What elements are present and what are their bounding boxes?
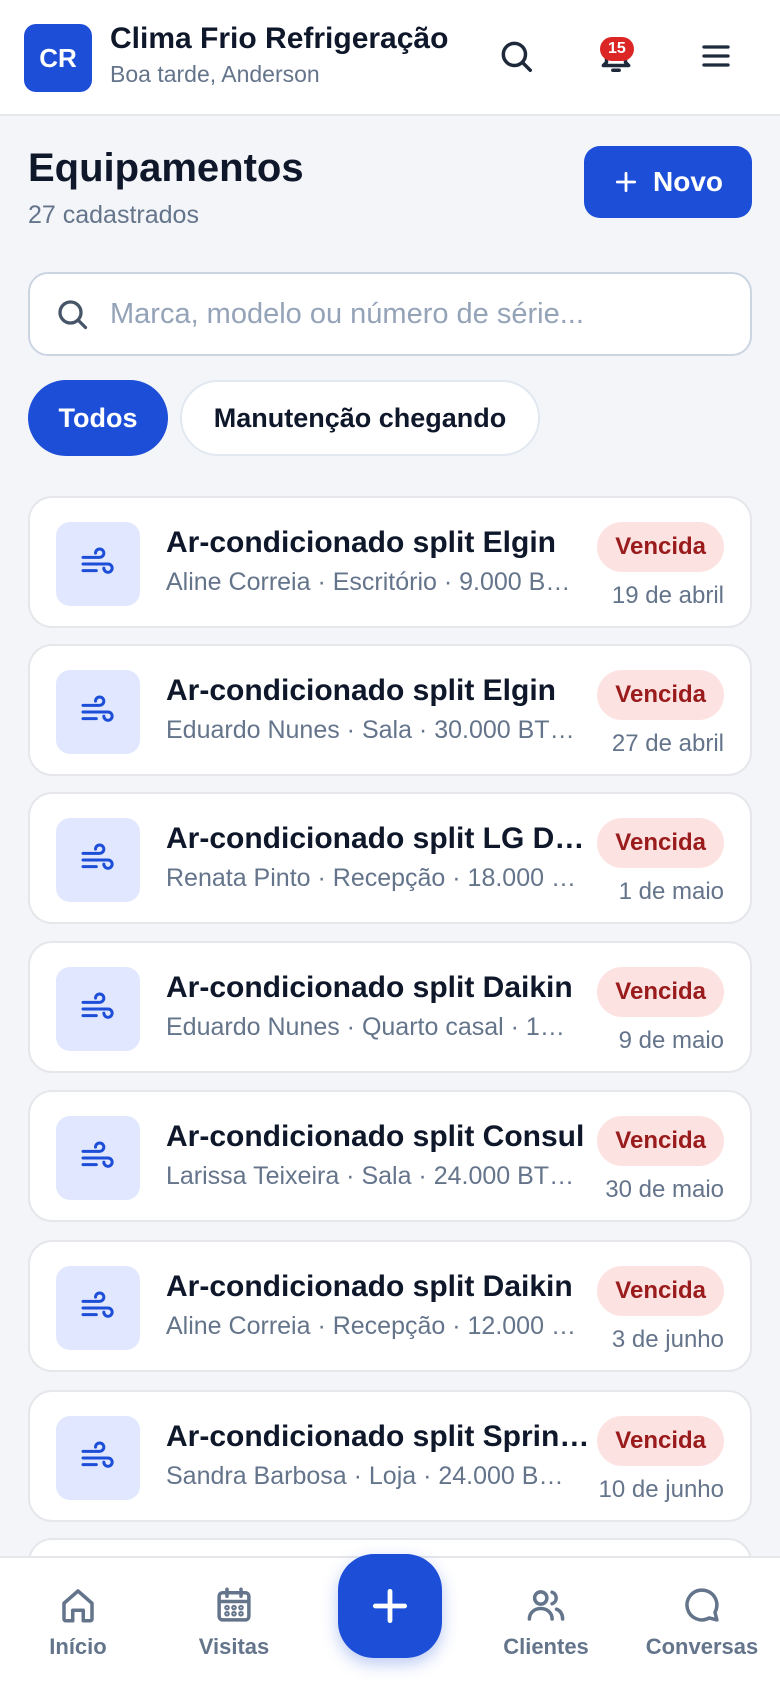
app-header: CR Clima Frio Refrigeração Boa tarde, An… (0, 0, 780, 116)
equipment-name: Ar-condicionado split Daikin (166, 971, 573, 1004)
status-badge: Vencida (597, 1416, 724, 1466)
equipment-meta: Renata Pinto · Recepção · 18.000 BTUs (166, 864, 576, 892)
equipment-meta: Sandra Barbosa · Loja · 24.000 BTUs (166, 1462, 576, 1490)
menu-icon[interactable] (694, 34, 738, 78)
search-icon[interactable] (494, 34, 538, 78)
due-date: 27 de abril (611, 730, 724, 757)
wind-icon (56, 670, 140, 754)
due-date: 3 de junho (611, 1326, 724, 1353)
wind-icon (56, 1266, 140, 1350)
new-button-label: Novo (653, 166, 723, 197)
status-badge: Vencida (597, 670, 724, 720)
due-date: 10 de junho (598, 1476, 724, 1503)
wind-icon (56, 967, 140, 1051)
plus-icon (615, 171, 637, 193)
equipment-meta: Larissa Teixeira · Sala · 24.000 BTUs (166, 1162, 576, 1190)
equipment-card[interactable]: Ar-condicionado split Daikin Aline Corre… (28, 1240, 752, 1372)
company-logo[interactable]: CR (24, 24, 92, 92)
equipment-name: Ar-condicionado split LG Dual (166, 822, 590, 855)
equipment-card[interactable]: Ar-condicionado split Elgin Aline Correi… (28, 496, 752, 628)
nav-home[interactable]: Início (8, 1584, 148, 1660)
wind-icon (56, 1416, 140, 1500)
equipment-name: Ar-condicionado split Elgin (166, 526, 556, 559)
users-icon (527, 1590, 565, 1621)
equipment-card[interactable]: Ar-condicionado split Daikin Eduardo Nun… (28, 941, 752, 1073)
status-badge: Vencida (597, 1116, 724, 1166)
nav-home-label: Início (49, 1634, 107, 1659)
nav-clients-label: Clientes (503, 1634, 589, 1659)
status-badge: Vencida (597, 818, 724, 868)
equipment-meta: Aline Correia · Escritório · 9.000 BTUs (166, 568, 576, 596)
wind-icon (56, 818, 140, 902)
search-box (28, 272, 752, 356)
filter-maintenance-soon[interactable]: Manutenção chegando (180, 380, 540, 456)
plus-icon (372, 1588, 408, 1624)
equipment-meta: Aline Correia · Recepção · 12.000 BTUs (166, 1312, 576, 1340)
chat-icon (685, 1588, 719, 1622)
add-fab-button[interactable] (338, 1554, 442, 1658)
equipment-count: 27 cadastrados (28, 201, 199, 229)
status-badge: Vencida (597, 522, 724, 572)
equipment-card[interactable]: Ar-condicionado split Springer Sandra Ba… (28, 1390, 752, 1522)
calendar-icon (217, 1587, 251, 1622)
nav-clients[interactable]: Clientes (476, 1584, 616, 1660)
status-badge: Vencida (597, 1266, 724, 1316)
search-icon (54, 296, 90, 337)
filter-all[interactable]: Todos (28, 380, 168, 456)
due-date: 30 de maio (605, 1176, 724, 1203)
due-date: 1 de maio (618, 878, 724, 905)
status-badge: Vencida (597, 967, 724, 1017)
due-date: 19 de abril (611, 582, 724, 609)
equipment-name: Ar-condicionado split Springer (166, 1420, 590, 1453)
notification-badge: 15 (600, 37, 634, 61)
equipment-name: Ar-condicionado split Consul (166, 1120, 585, 1153)
nav-conversations-label: Conversas (645, 1634, 759, 1659)
equipment-name: Ar-condicionado split Elgin (166, 674, 556, 707)
equipment-card[interactable]: Ar-condicionado split LG Dual Renata Pin… (28, 792, 752, 924)
wind-icon (56, 522, 140, 606)
equipment-meta: Eduardo Nunes · Quarto casal · 12.000 BT… (166, 1013, 576, 1041)
home-icon (62, 1589, 94, 1623)
equipment-card[interactable]: Ar-condicionado split Elgin Eduardo Nune… (28, 644, 752, 776)
page-title: Equipamentos (28, 146, 304, 190)
new-equipment-button[interactable]: Novo (584, 146, 752, 218)
nav-visits[interactable]: Visitas (164, 1584, 304, 1660)
equipment-meta: Eduardo Nunes · Sala · 30.000 BTUs (166, 716, 576, 744)
wind-icon (56, 1116, 140, 1200)
greeting-text: Boa tarde, Anderson (110, 61, 320, 87)
equipment-card[interactable]: Ar-condicionado split Consul Larissa Tei… (28, 1090, 752, 1222)
equipment-name: Ar-condicionado split Daikin (166, 1270, 573, 1303)
nav-conversations[interactable]: Conversas (632, 1584, 772, 1660)
nav-visits-label: Visitas (198, 1634, 270, 1659)
company-name: Clima Frio Refrigeração (110, 22, 449, 55)
due-date: 9 de maio (618, 1027, 724, 1054)
search-input[interactable] (110, 292, 730, 336)
